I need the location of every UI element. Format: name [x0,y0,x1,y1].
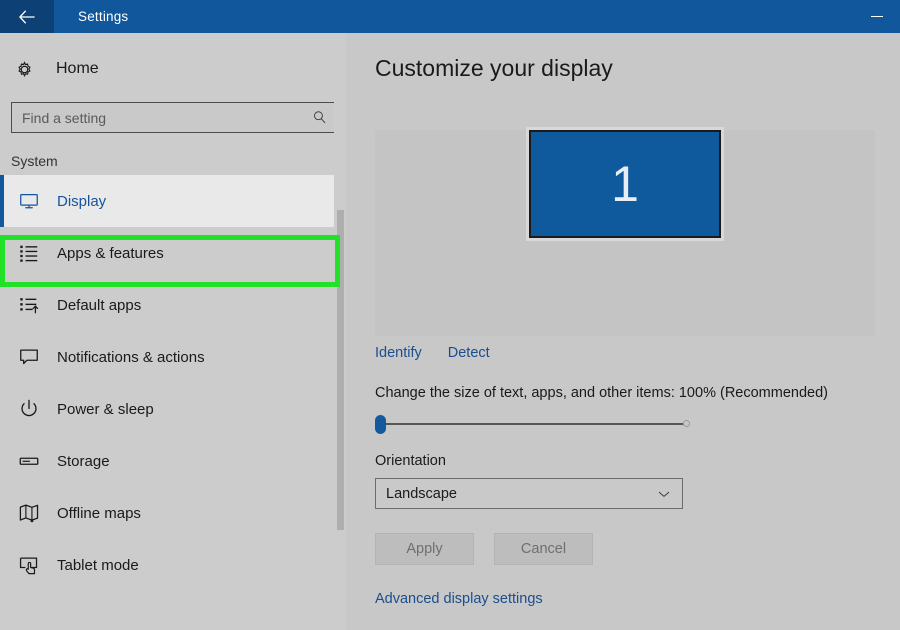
sidebar-item-power-sleep[interactable]: Power & sleep [0,383,346,435]
sidebar-item-tablet-mode[interactable]: Tablet mode [0,539,346,591]
sidebar: Home System [0,33,346,630]
apply-button[interactable]: Apply [375,533,474,565]
sidebar-item-notifications-actions[interactable]: Notifications & actions [0,331,346,383]
map-icon [18,502,46,524]
drive-icon [18,450,46,472]
sidebar-nav-list: Display Apps & features Default apps Not… [0,175,346,591]
slider-end-marker [683,420,690,427]
window-controls [854,0,900,33]
orientation-value: Landscape [386,485,457,502]
minimize-icon [871,15,883,18]
sidebar-item-home[interactable]: Home [0,49,346,89]
scale-slider[interactable] [375,414,690,434]
search-icon[interactable] [304,109,334,126]
list-arrow-icon [18,294,46,316]
advanced-display-settings-link[interactable]: Advanced display settings [375,591,543,607]
speech-bubble-icon [18,346,46,368]
list-icon [18,242,46,264]
sidebar-category-label: System [11,153,58,169]
back-button[interactable] [0,0,54,33]
scale-slider-label: Change the size of text, apps, and other… [375,385,828,401]
identify-link[interactable]: Identify [375,345,422,361]
window-title: Settings [78,9,129,24]
minimize-button[interactable] [854,0,900,33]
sidebar-item-label-display: Display [57,192,107,210]
monitor-preview-1[interactable]: 1 [526,127,724,241]
title-bar: Settings [0,0,900,33]
sidebar-item-label-tablet-mode: Tablet mode [57,556,139,574]
power-icon [18,398,46,420]
sidebar-item-label-power-sleep: Power & sleep [57,400,154,418]
sidebar-item-label-notifications-actions: Notifications & actions [57,348,205,366]
orientation-dropdown[interactable]: Landscape [375,478,683,509]
selection-accent-bar [0,175,4,227]
display-preview-area: 1 [375,127,875,336]
sidebar-item-label-default-apps: Default apps [57,296,142,314]
monitor-number-label: 1 [611,156,639,212]
settings-window: Settings Home Find a setting System Disp… [0,0,900,630]
page-title: Customize your display [375,55,613,81]
tablet-hand-icon [18,554,46,576]
sidebar-item-default-apps[interactable]: Default apps [0,279,346,331]
sidebar-item-label-apps-features: Apps & features [57,244,164,262]
sidebar-item-label-home: Home [56,60,99,77]
monitor-icon [18,190,46,212]
orientation-label: Orientation [375,453,446,469]
sidebar-item-storage[interactable]: Storage [0,435,346,487]
slider-thumb[interactable] [375,415,386,434]
chevron-down-icon[interactable] [656,486,672,502]
action-buttons-row: Apply Cancel [375,533,900,565]
detect-link[interactable]: Detect [448,345,490,361]
search-input[interactable] [12,103,304,132]
sidebar-item-display[interactable]: Display [0,175,346,227]
sidebar-item-label-offline-maps: Offline maps [57,504,141,522]
search-box[interactable] [11,102,335,133]
main-pane: Customize your display 1 Identify Detect… [346,33,900,630]
cancel-button[interactable]: Cancel [494,533,593,565]
sidebar-item-offline-maps[interactable]: Offline maps [0,487,346,539]
sidebar-scrollbar-thumb[interactable] [337,210,344,530]
sidebar-item-label-storage: Storage [57,452,110,470]
back-arrow-icon [19,10,35,24]
sidebar-scrollbar[interactable] [334,33,346,630]
gear-icon [14,59,40,80]
preview-links-row: Identify Detect [375,345,900,361]
slider-track[interactable] [379,423,685,425]
sidebar-item-apps-features[interactable]: Apps & features [0,227,346,279]
